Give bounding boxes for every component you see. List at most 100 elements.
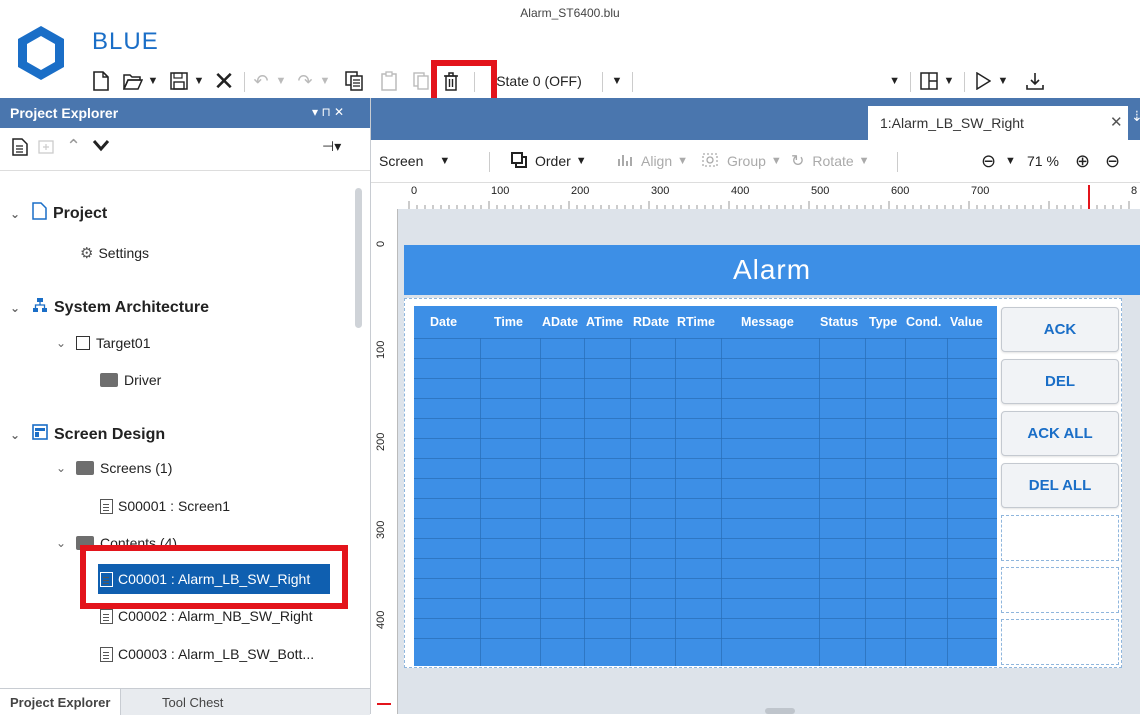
del-button[interactable]: DEL [1001, 359, 1119, 404]
play-dropdown-icon[interactable]: ▼ [996, 66, 1010, 96]
chevron-down-icon: ▼ [439, 155, 451, 167]
zoom-level[interactable]: 71 % [1027, 140, 1059, 182]
alarm-table[interactable]: Date Time ADate ATime RDate RTime Messag… [414, 306, 997, 666]
state-selector[interactable]: State 0 (OFF) [484, 66, 594, 96]
zoom-dropdown-icon[interactable]: ▼ [1005, 140, 1016, 182]
save-icon[interactable] [168, 66, 190, 96]
chevron-expanded-icon[interactable]: ⌄ [10, 428, 26, 442]
screen-menu-label: Screen [379, 153, 424, 169]
explorer-scrollbar[interactable] [355, 188, 362, 328]
ruler-label: 200 [375, 432, 387, 451]
chevron-down-icon[interactable] [92, 138, 110, 155]
chevron-expanded-icon[interactable]: ⌄ [10, 301, 26, 315]
tree-project[interactable]: ⌄ Project [10, 202, 107, 225]
close-tab-icon[interactable]: ✕ [1110, 113, 1123, 131]
empty-button-slot [1001, 567, 1119, 613]
document-icon [100, 498, 113, 514]
order-menu[interactable]: Order ▼ [511, 140, 587, 182]
rotate-menu[interactable]: ↻ Rotate ▼ [791, 140, 870, 182]
project-explorer-header: Project Explorer ▾ ⊓ ✕ [0, 98, 370, 128]
document-icon [100, 608, 113, 624]
ruler-label: 300 [375, 520, 387, 539]
undo-icon[interactable]: ↶ [250, 66, 272, 96]
tab-project-explorer[interactable]: Project Explorer [0, 689, 122, 715]
chevron-down-icon: ▼ [677, 155, 689, 167]
new-folder-icon[interactable] [38, 140, 54, 157]
delete-x-icon[interactable]: ✕ [212, 66, 236, 96]
document-icon [100, 646, 113, 662]
tab-tool-chest[interactable]: Tool Chest [152, 689, 233, 715]
tree-screen1[interactable]: S00001 : Screen1 [100, 498, 230, 514]
ack-button[interactable]: ACK [1001, 307, 1119, 352]
ruler-label: 600 [891, 185, 910, 197]
redo-icon[interactable]: ↷ [294, 66, 316, 96]
column-header: ADate [542, 315, 579, 329]
panel-controls[interactable]: ▾ ⊓ ✕ [312, 105, 344, 119]
column-header: RTime [677, 315, 715, 329]
document-tab[interactable]: 1:Alarm_LB_SW_Right ✕ [868, 106, 1128, 140]
combo-dropdown-icon[interactable]: ▼ [640, 66, 900, 96]
ruler-label: 500 [811, 185, 830, 197]
zoom-out-icon[interactable]: ⊖ [981, 140, 996, 182]
tree-screens[interactable]: ⌄ Screens (1) [56, 460, 172, 476]
play-icon[interactable] [972, 66, 994, 96]
window-title: Alarm_ST6400.blu [520, 6, 620, 20]
tree-label: Driver [124, 372, 162, 388]
tab-overflow-icon[interactable]: ⇣ [1131, 108, 1140, 125]
zoom-fit-icon[interactable]: ⊖ [1105, 140, 1120, 182]
tree-content-c3[interactable]: C00003 : Alarm_LB_SW_Bott... [100, 646, 314, 662]
column-header: RDate [633, 315, 670, 329]
project-explorer-panel: Project Explorer ▾ ⊓ ✕ ⌃ ⊣▾ ⌄ Project ⚙ … [0, 98, 371, 714]
duplicate-icon[interactable] [410, 66, 432, 96]
canvas-scrollbar[interactable] [765, 708, 795, 714]
tree-content-c2[interactable]: C00002 : Alarm_NB_SW_Right [100, 608, 313, 624]
layout-icon[interactable] [918, 66, 940, 96]
tree-target[interactable]: ⌄ Target01 [56, 335, 150, 351]
folder-icon [100, 373, 118, 387]
redo-dropdown-icon[interactable]: ▼ [318, 66, 332, 96]
copy-icon[interactable] [342, 66, 366, 96]
state-dropdown-icon[interactable]: ▼ [610, 66, 624, 96]
open-dropdown-icon[interactable]: ▼ [146, 66, 160, 96]
group-label: Group [727, 153, 766, 169]
folder-icon [76, 461, 94, 475]
undo-dropdown-icon[interactable]: ▼ [274, 66, 288, 96]
tree-driver[interactable]: Driver [100, 372, 161, 388]
chevron-down-icon: ▼ [575, 155, 587, 167]
open-icon[interactable] [122, 66, 144, 96]
chevron-expanded-icon[interactable]: ⌄ [56, 536, 72, 550]
column-header: Time [494, 315, 523, 329]
add-item-icon[interactable] [12, 138, 28, 161]
tree-screen-design[interactable]: ⌄ Screen Design [10, 424, 165, 445]
tree-settings[interactable]: ⚙ Settings [80, 244, 149, 262]
column-header: Status [820, 315, 859, 329]
app-logo-icon [16, 24, 66, 82]
tree-label: Settings [98, 245, 150, 261]
align-menu[interactable]: Align ▼ [617, 140, 688, 182]
screen-menu[interactable]: Screen ▼ [379, 140, 450, 182]
chevron-up-icon[interactable]: ⌃ [66, 136, 81, 157]
chevron-expanded-icon[interactable]: ⌄ [56, 336, 72, 350]
chevron-expanded-icon[interactable]: ⌄ [10, 207, 26, 221]
highlight-box-selection [80, 545, 348, 609]
rotate-icon: ↻ [791, 153, 805, 170]
chevron-expanded-icon[interactable]: ⌄ [56, 461, 72, 475]
ack-all-button[interactable]: ACK ALL [1001, 411, 1119, 456]
alarm-title[interactable]: Alarm [404, 245, 1140, 295]
save-dropdown-icon[interactable]: ▼ [192, 66, 206, 96]
target-icon [76, 336, 90, 350]
app-name: BLUE [92, 28, 159, 55]
del-all-button[interactable]: DEL ALL [1001, 463, 1119, 508]
zoom-in-icon[interactable]: ⊕ [1075, 140, 1090, 182]
column-header: Message [741, 315, 794, 329]
tree-label: System Architecture [54, 298, 210, 316]
panel-tabs: Project Explorer Tool Chest [0, 688, 370, 715]
tree-system-architecture[interactable]: ⌄ System Architecture [10, 297, 209, 318]
gear-icon: ⚙ [80, 245, 94, 262]
pin-menu-icon[interactable]: ⊣▾ [322, 138, 341, 155]
download-icon[interactable] [1024, 66, 1046, 96]
layout-dropdown-icon[interactable]: ▼ [942, 66, 956, 96]
paste-icon[interactable] [378, 66, 400, 96]
group-menu[interactable]: Group ▼ [701, 140, 782, 182]
new-file-icon[interactable] [90, 66, 112, 96]
